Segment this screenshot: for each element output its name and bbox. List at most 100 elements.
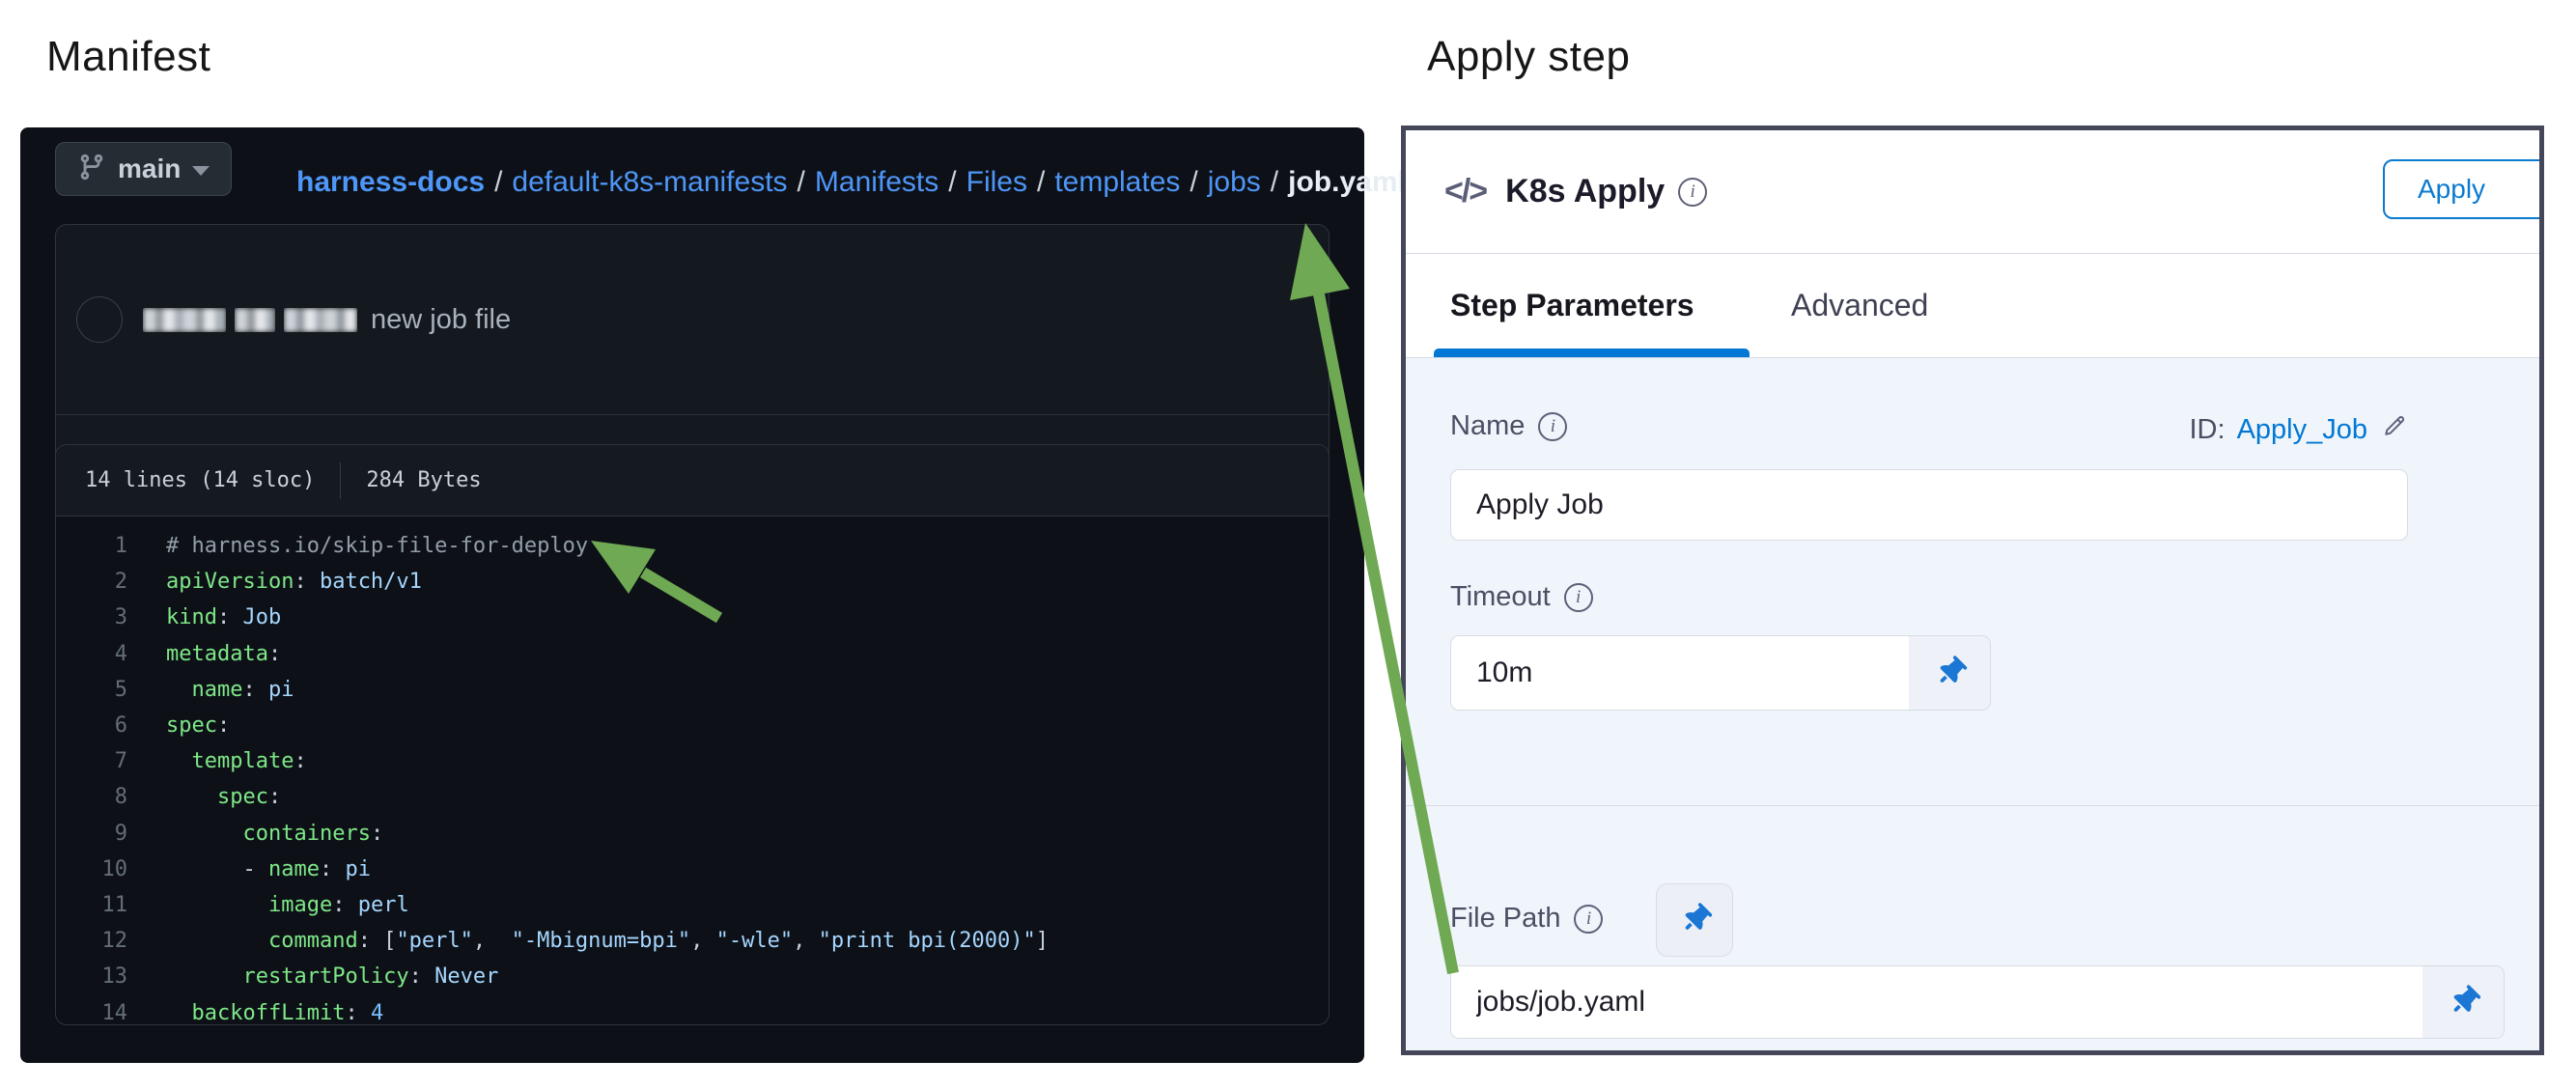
page: Manifest Apply step main harness-docs/de…	[0, 0, 2576, 1089]
code-text: apiVersion: batch/v1	[166, 570, 422, 594]
breadcrumb-separator: /	[485, 166, 512, 199]
edit-pencil-icon[interactable]	[2381, 412, 2408, 447]
step-parameters-form: Name i ID: Apply_Job Timeout i	[1406, 358, 2539, 1050]
breadcrumb-link[interactable]: jobs	[1208, 166, 1261, 199]
line-number[interactable]: 3	[81, 605, 127, 629]
file-size: 284 Bytes	[366, 468, 481, 492]
branch-name: main	[118, 154, 181, 184]
divider	[340, 462, 341, 499]
step-tabs: Step Parameters Advanced	[1406, 254, 2539, 358]
line-number[interactable]: 6	[81, 713, 127, 738]
code-text: - name: pi	[166, 857, 371, 881]
apply-changes-button[interactable]: Apply	[2383, 159, 2544, 219]
tab-advanced[interactable]: Advanced	[1791, 254, 1928, 357]
code-line: 9 containers:	[56, 816, 1329, 852]
apply-step-section-title: Apply step	[1427, 33, 1630, 81]
breadcrumb: harness-docs/default-k8s-manifests/Manif…	[296, 141, 1406, 224]
code-line: 3 kind: Job	[56, 600, 1329, 635]
pin-icon	[1672, 898, 1717, 942]
line-number[interactable]: 1	[81, 534, 127, 558]
code-line: 11 image: perl	[56, 887, 1329, 923]
commit-row: new job file	[56, 225, 1329, 414]
name-label-text: Name	[1450, 410, 1525, 442]
code-line: 5 name: pi	[56, 672, 1329, 708]
id-label: ID:	[2190, 414, 2226, 446]
avatar[interactable]	[77, 297, 122, 342]
code-text: backoffLimit: 4	[166, 1001, 383, 1025]
breadcrumb-separator: /	[1261, 166, 1288, 199]
github-file-panel: main harness-docs/default-k8s-manifests/…	[20, 127, 1364, 1063]
code-text: spec:	[166, 785, 281, 809]
file-path-input[interactable]	[1450, 965, 2505, 1039]
manifest-section-title: Manifest	[46, 33, 210, 81]
file-path-field-label: File Path i	[1450, 903, 1603, 935]
timeout-input-wrap	[1450, 635, 1991, 711]
line-number[interactable]: 4	[81, 642, 127, 666]
step-id-row: ID: Apply_Job	[2190, 412, 2409, 447]
pin-icon	[2441, 980, 2485, 1024]
name-input[interactable]	[1450, 469, 2408, 541]
git-branch-icon	[77, 153, 106, 186]
divider	[1406, 805, 2539, 806]
code-text: kind: Job	[166, 605, 281, 629]
tab-step-parameters[interactable]: Step Parameters	[1450, 254, 1694, 357]
code-line: 7 template:	[56, 743, 1329, 779]
code-text: spec:	[166, 713, 230, 738]
info-icon[interactable]: i	[1574, 905, 1603, 934]
code-line: 12 command: ["perl", "-Mbignum=bpi", "-w…	[56, 923, 1329, 959]
breadcrumb-separator: /	[788, 166, 815, 199]
code-line: 14 backoffLimit: 4	[56, 994, 1329, 1025]
breadcrumb-separator: /	[938, 166, 966, 199]
code-line: 8 spec:	[56, 779, 1329, 815]
chevron-down-icon	[192, 166, 210, 176]
code-line: 1# harness.io/skip-file-for-deploy	[56, 528, 1329, 564]
name-field-label: Name i	[1450, 410, 1567, 442]
line-number[interactable]: 11	[81, 893, 127, 917]
file-path-runtime-input-toggle[interactable]	[2422, 966, 2504, 1038]
code-text: metadata:	[166, 642, 281, 666]
breadcrumb-link[interactable]: default-k8s-manifests	[512, 166, 787, 199]
code-text: containers:	[166, 822, 383, 846]
line-number[interactable]: 12	[81, 929, 127, 953]
branch-selector-button[interactable]: main	[55, 142, 232, 196]
line-number[interactable]: 2	[81, 570, 127, 594]
commit-message[interactable]: new job file	[371, 304, 511, 336]
timeout-runtime-input-toggle[interactable]	[1909, 636, 1990, 710]
breadcrumb-link[interactable]: Files	[966, 166, 1027, 199]
line-number[interactable]: 9	[81, 822, 127, 846]
line-number[interactable]: 5	[81, 678, 127, 702]
file-stats-header: 14 lines (14 sloc) 284 Bytes	[56, 445, 1329, 517]
name-input-wrap	[1450, 469, 2408, 541]
file-line-count: 14 lines (14 sloc)	[85, 468, 315, 492]
step-id-link[interactable]: Apply_Job	[2237, 414, 2367, 446]
code-text: command: ["perl", "-Mbignum=bpi", "-wle"…	[166, 929, 1049, 953]
file-navigation-row: main harness-docs/default-k8s-manifests/…	[55, 141, 232, 197]
code-line: 6 spec:	[56, 708, 1329, 743]
code-line: 4 metadata:	[56, 636, 1329, 672]
file-path-runtime-input-button[interactable]	[1656, 883, 1733, 957]
breadcrumb-separator: /	[1027, 166, 1054, 199]
breadcrumb-link[interactable]: templates	[1054, 166, 1180, 199]
line-number[interactable]: 7	[81, 749, 127, 773]
code-text: template:	[166, 749, 307, 773]
breadcrumb-link[interactable]: Manifests	[815, 166, 938, 199]
code-text: image: perl	[166, 893, 409, 917]
breadcrumb-separator: /	[1180, 166, 1207, 199]
code-line: 2 apiVersion: batch/v1	[56, 564, 1329, 600]
info-icon[interactable]: i	[1564, 583, 1593, 612]
code-text: restartPolicy: Never	[166, 964, 498, 989]
info-icon[interactable]: i	[1538, 412, 1567, 441]
line-number[interactable]: 8	[81, 785, 127, 809]
timeout-label-text: Timeout	[1450, 581, 1551, 613]
line-number[interactable]: 13	[81, 964, 127, 989]
k8s-apply-step-panel: </> K8s Apply i Apply Step Parameters Adv…	[1401, 126, 2544, 1055]
step-header: </> K8s Apply i Apply	[1406, 130, 2539, 254]
info-icon[interactable]: i	[1678, 178, 1707, 207]
line-number[interactable]: 14	[81, 1001, 127, 1025]
line-number[interactable]: 10	[81, 857, 127, 881]
pin-icon	[1927, 651, 1972, 695]
step-title: K8s Apply	[1505, 173, 1665, 210]
file-content-box: 14 lines (14 sloc) 284 Bytes 1# harness.…	[55, 444, 1330, 1025]
breadcrumb-link[interactable]: harness-docs	[296, 166, 485, 199]
code-step-icon: </>	[1444, 173, 1486, 210]
